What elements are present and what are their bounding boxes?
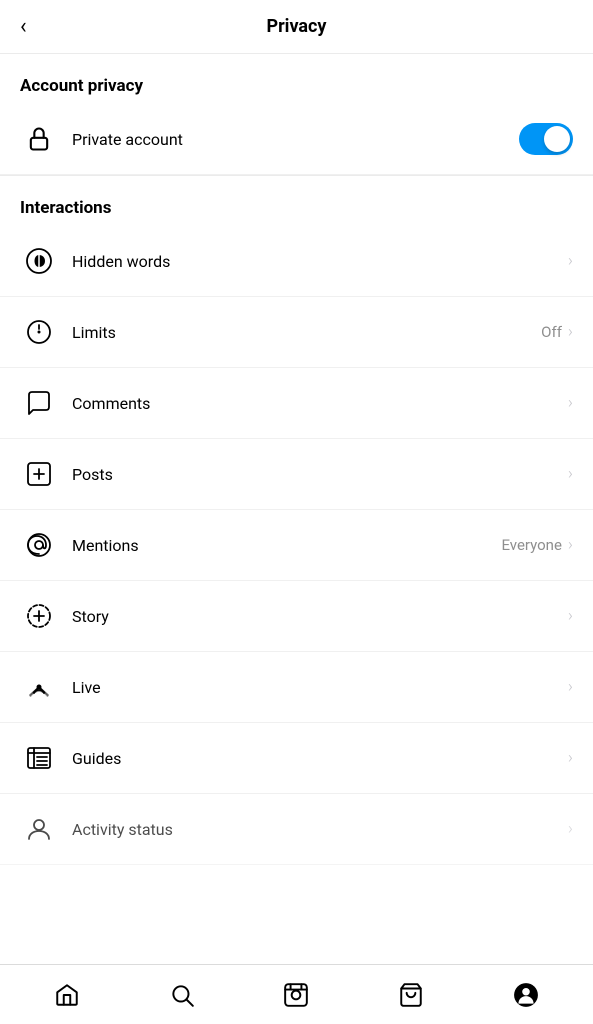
posts-label: Posts	[72, 465, 568, 484]
activity-status-chevron: ›	[568, 819, 573, 839]
live-icon	[20, 668, 58, 706]
toggle-thumb	[544, 126, 570, 152]
guides-chevron: ›	[568, 748, 573, 768]
hidden-words-row[interactable]: Hidden words ›	[0, 226, 593, 297]
activity-icon	[20, 810, 58, 848]
live-chevron: ›	[568, 677, 573, 697]
posts-row[interactable]: Posts ›	[0, 439, 593, 510]
comments-label: Comments	[72, 394, 568, 413]
nav-profile[interactable]	[501, 970, 551, 1020]
bottom-spacer	[0, 865, 593, 935]
bottom-nav	[0, 964, 593, 1024]
back-button[interactable]: ‹	[20, 16, 27, 38]
comments-chevron: ›	[568, 393, 573, 413]
nav-reels[interactable]	[271, 970, 321, 1020]
filter-icon	[20, 242, 58, 280]
mention-icon	[20, 526, 58, 564]
guides-row[interactable]: Guides ›	[0, 723, 593, 794]
story-row[interactable]: Story ›	[0, 581, 593, 652]
activity-status-label: Activity status	[72, 820, 568, 839]
private-account-label: Private account	[72, 130, 519, 149]
limits-icon	[20, 313, 58, 351]
nav-search[interactable]	[157, 970, 207, 1020]
limits-value: Off	[541, 323, 562, 341]
account-privacy-section: Account privacy Private account	[0, 54, 593, 175]
live-row[interactable]: Live ›	[0, 652, 593, 723]
live-label: Live	[72, 678, 568, 697]
hidden-words-label: Hidden words	[72, 252, 568, 271]
private-account-row[interactable]: Private account	[0, 104, 593, 175]
posts-chevron: ›	[568, 464, 573, 484]
guides-icon	[20, 739, 58, 777]
guides-label: Guides	[72, 749, 568, 768]
comment-icon	[20, 384, 58, 422]
mentions-row[interactable]: Mentions Everyone ›	[0, 510, 593, 581]
interactions-section: Interactions Hidden words › Limits Off ›	[0, 176, 593, 865]
page-title: Privacy	[266, 16, 326, 37]
interactions-heading: Interactions	[0, 176, 593, 226]
activity-status-row[interactable]: Activity status ›	[0, 794, 593, 865]
mentions-label: Mentions	[72, 536, 501, 555]
nav-home[interactable]	[42, 970, 92, 1020]
story-icon	[20, 597, 58, 635]
hidden-words-chevron: ›	[568, 251, 573, 271]
posts-icon	[20, 455, 58, 493]
account-privacy-heading: Account privacy	[0, 54, 593, 104]
lock-icon	[20, 120, 58, 158]
limits-label: Limits	[72, 323, 541, 342]
story-chevron: ›	[568, 606, 573, 626]
mentions-chevron: ›	[568, 535, 573, 555]
mentions-value: Everyone	[501, 536, 561, 554]
story-label: Story	[72, 607, 568, 626]
limits-row[interactable]: Limits Off ›	[0, 297, 593, 368]
nav-shop[interactable]	[386, 970, 436, 1020]
toggle-track	[519, 123, 573, 155]
comments-row[interactable]: Comments ›	[0, 368, 593, 439]
private-account-toggle[interactable]	[519, 123, 573, 155]
limits-chevron: ›	[568, 322, 573, 342]
header: ‹ Privacy	[0, 0, 593, 54]
